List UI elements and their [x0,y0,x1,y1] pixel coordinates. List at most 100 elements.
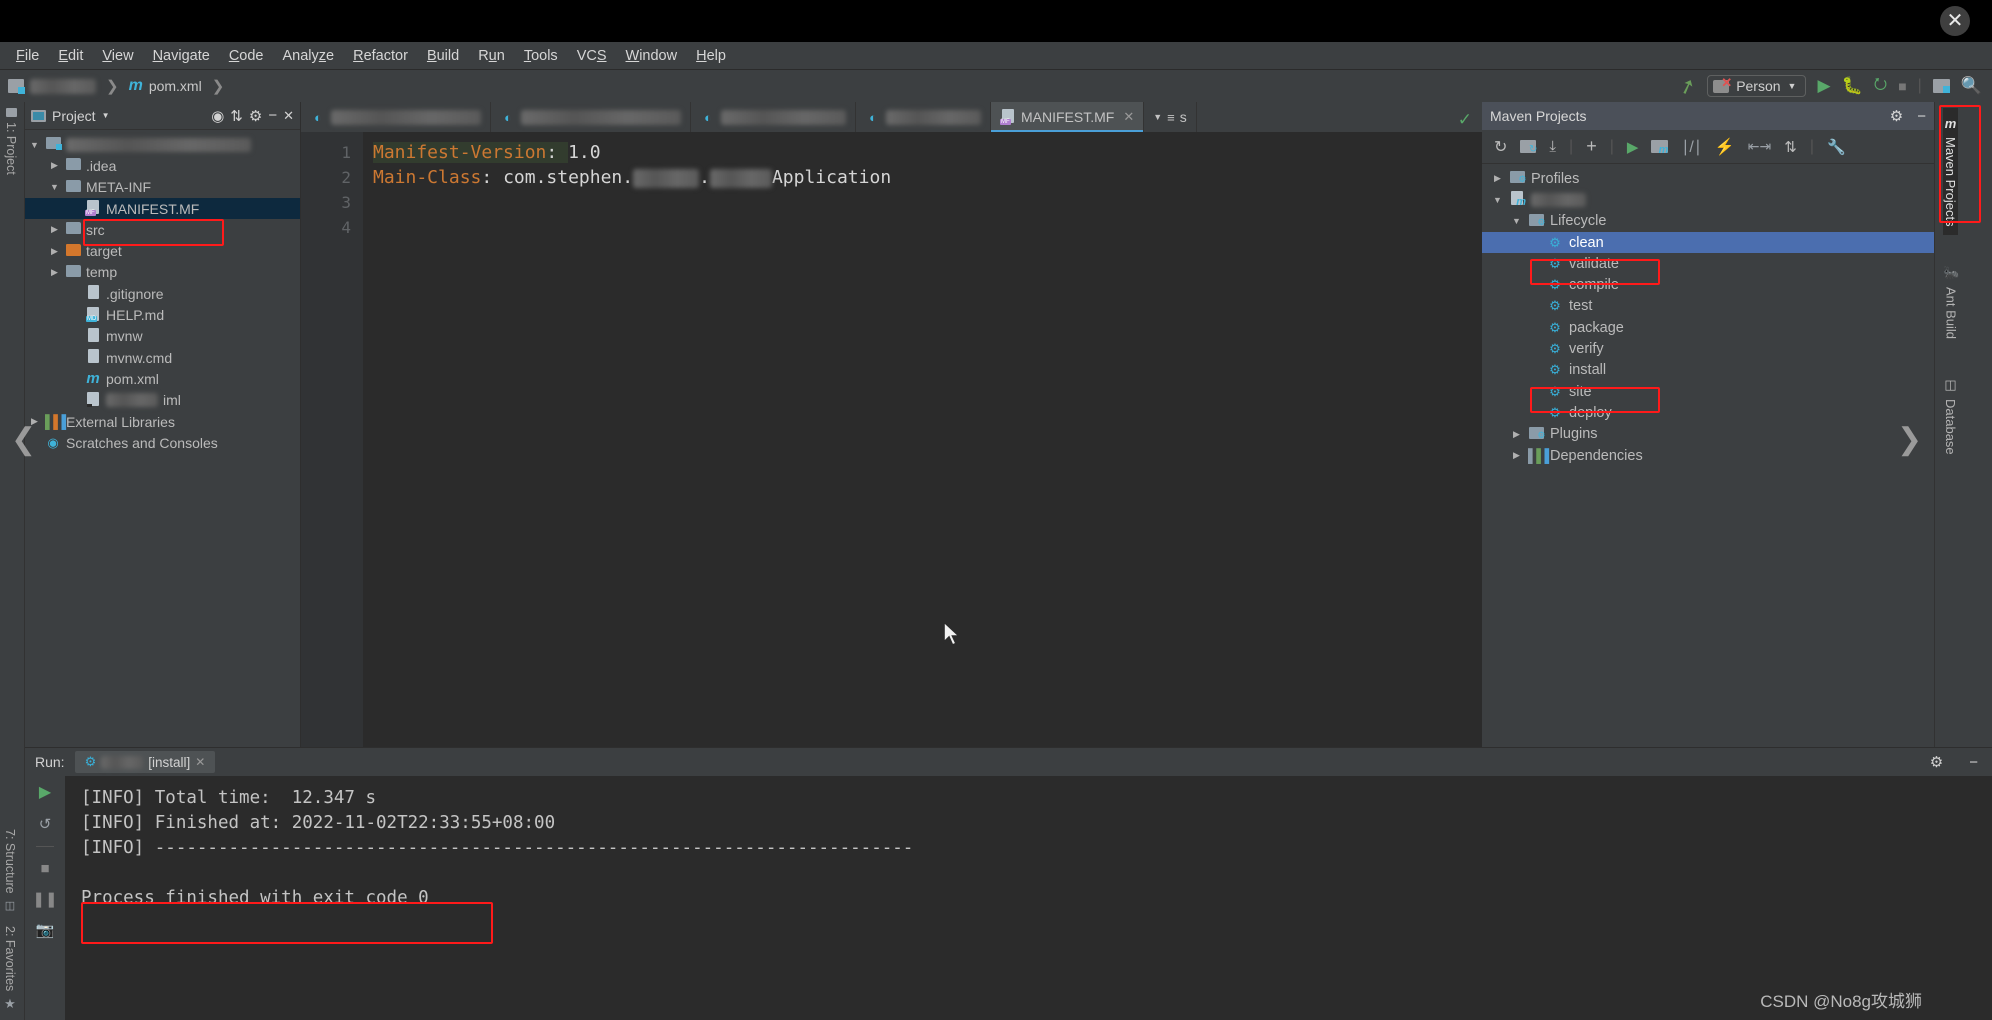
tree-node-lifecycle[interactable]: ▼ ⚙ Lifecycle [1482,211,1934,232]
chevron-right-icon[interactable]: ▶ [1492,173,1503,184]
menu-item-help[interactable]: Help [688,45,734,67]
tree-node-pom-xml[interactable]: m pom.xml [25,368,300,389]
tree-node-verify[interactable]: ⚙ verify [1482,338,1934,359]
target-icon[interactable]: ◉ [211,107,224,125]
gear-icon[interactable]: ⚙ [249,107,262,125]
chevron-down-icon[interactable]: ▼ [102,111,110,120]
menu-item-build[interactable]: Build [419,45,467,67]
minimize-icon[interactable]: − [1917,108,1926,125]
project-structure-icon[interactable] [1932,79,1950,93]
minimize-icon[interactable]: − [1969,754,1978,771]
tree-node-meta-inf[interactable]: ▼ META-INF [25,177,300,198]
chevron-down-icon[interactable]: ▼ [49,182,60,192]
tree-node-scratches-and-consoles[interactable]: ◉ Scratches and Consoles [25,432,300,453]
run-with-coverage-icon[interactable]: ⭮ [1874,73,1887,100]
chevron-right-icon[interactable]: ▶ [1511,429,1522,440]
generate-sources-icon[interactable]: ↻ [1520,140,1537,155]
chevron-right-icon[interactable]: ▶ [49,267,60,278]
tree-node-compile[interactable]: ⚙ compile [1482,274,1934,295]
menu-item-vcs[interactable]: VCS [569,45,615,67]
editor-next-arrow[interactable]: ❯ [1897,422,1922,457]
menu-item-navigate[interactable]: Navigate [145,45,218,67]
minimize-icon[interactable]: − [268,107,277,124]
inspection-ok-icon[interactable]: ✓ [1458,110,1472,130]
close-icon[interactable]: ✕ [283,108,294,124]
chevron-right-icon[interactable]: ▶ [49,246,60,257]
build-hammer-icon[interactable]: ➚ [1676,71,1700,100]
window-close-button[interactable]: ✕ [1940,6,1970,36]
menu-item-run[interactable]: Run [470,45,513,67]
menu-item-analyze[interactable]: Analyze [275,45,343,67]
tree-node-mvnw[interactable]: mvnw [25,326,300,347]
run-icon[interactable]: ▶ [1817,76,1830,96]
editor-tab-redacted-2[interactable]: ◐ [691,102,856,132]
toggle-skip-tests-icon[interactable]: ∣/∣ [1681,137,1701,157]
chevron-right-icon[interactable]: ▶ [49,160,60,171]
chevron-down-icon[interactable]: ▼ [1492,195,1503,205]
sidebar-item-project[interactable]: 1: Project [4,108,18,175]
stop-icon[interactable]: ■ [40,860,49,877]
chevron-right-icon[interactable]: ▶ [1511,450,1522,461]
execute-goal-icon[interactable]: m [1651,140,1669,156]
tree-node-manifest-mf[interactable]: MF MANIFEST.MF [25,197,300,220]
menu-item-tools[interactable]: Tools [516,45,566,67]
menu-item-view[interactable]: View [94,45,141,67]
tree-node-redacted[interactable]: ▼ [25,134,300,155]
right-strip-item-ant-build[interactable]: 🐜 Ant Build [1943,257,1959,347]
close-icon[interactable]: ✕ [195,755,205,769]
expand-all-icon[interactable]: ⇤⇥ [1748,138,1771,155]
tree-node-clean[interactable]: ⚙ clean [1482,231,1934,254]
code-editor[interactable]: 1 2 3 4 Manifest-Version: 1.0 Main-Class: c… [301,110,1482,747]
menu-item-edit[interactable]: Edit [50,45,91,67]
tree-node-temp[interactable]: ▶ temp [25,262,300,283]
tree-node-iml[interactable]: iml [25,390,300,411]
chevron-down-icon[interactable]: ▼ [1511,216,1522,226]
right-strip-item-maven-projects[interactable]: m Maven Projects [1939,105,1981,235]
tree-node-package[interactable]: ⚙ package [1482,317,1934,338]
tree-node-gitignore[interactable]: .gitignore [25,283,300,304]
menu-item-window[interactable]: Window [618,45,686,67]
tree-node-validate[interactable]: ⚙ validate [1482,253,1934,274]
run-maven-build-icon[interactable]: ▶ [1627,138,1639,156]
tree-node-external-libraries[interactable]: ▶ ▌▌▌ External Libraries [25,411,300,432]
collapse-all-icon[interactable]: ⇅ [230,107,243,125]
tree-node-idea[interactable]: ▶ .idea [25,155,300,176]
menu-item-file[interactable]: File [8,45,47,67]
editor-tab-redacted-0[interactable]: ◐ [301,102,491,132]
menu-item-refactor[interactable]: Refactor [345,45,416,67]
toggle-offline-icon[interactable]: ⚡ [1715,137,1735,157]
tree-node-mvnw-cmd[interactable]: mvnw.cmd [25,347,300,368]
rerun-failed-icon[interactable]: ↺ [39,815,52,833]
gear-icon[interactable]: ⚙ [1890,107,1903,125]
tree-node-target[interactable]: ▶ target [25,240,300,261]
reimport-icon[interactable]: ↻ [1494,137,1507,157]
tree-node-profiles[interactable]: ▶ ⚙ Profiles [1482,168,1934,189]
editor-tab-redacted-3[interactable]: ◐ [856,102,991,132]
tree-node-help-md[interactable]: MD HELP.md [25,304,300,325]
breadcrumb[interactable]: ❯ m pom.xml ❯ [8,77,228,95]
download-sources-icon[interactable]: ⤓ [1549,138,1556,155]
chevron-down-icon[interactable]: ▼ [29,140,40,150]
right-strip-item-database[interactable]: ◫ Database [1943,369,1958,463]
add-icon[interactable]: + [1586,136,1597,157]
screenshot-icon[interactable]: 📷 [36,921,55,939]
chevron-right-icon[interactable]: ▶ [49,224,60,235]
run-tab-install[interactable]: ⚙ [install] ✕ [74,751,216,773]
menu-item-code[interactable]: Code [221,45,272,67]
gear-icon[interactable]: ⚙ [1930,753,1943,771]
collapse-all-icon[interactable]: ⇅ [1784,138,1797,156]
close-icon[interactable]: ✕ [1123,109,1134,125]
settings-wrench-icon[interactable]: 🔧 [1827,138,1846,156]
tree-node-deploy[interactable]: ⚙ deploy [1482,402,1934,423]
run-configuration-selector[interactable]: ✕ Person ▼ [1707,75,1807,97]
stop-icon[interactable]: ■ [1898,78,1906,94]
tree-node-dependencies[interactable]: ▶ ▌▌▌ Dependencies [1482,445,1934,466]
editor-prev-arrow[interactable]: ❮ [11,422,36,457]
tree-node-plugins[interactable]: ▶ ⚙ Plugins [1482,424,1934,445]
sidebar-item-structure[interactable]: 7: Structure ◫ [3,829,17,912]
pause-icon[interactable]: ❚❚ [32,890,57,908]
tree-node-redacted[interactable]: ▼ m [1482,189,1934,210]
sidebar-item-favorites[interactable]: 2: Favorites ★ [3,926,17,1012]
tree-node-install[interactable]: ⚙ install [1482,360,1934,381]
debug-icon[interactable]: 🐛 [1842,76,1863,96]
